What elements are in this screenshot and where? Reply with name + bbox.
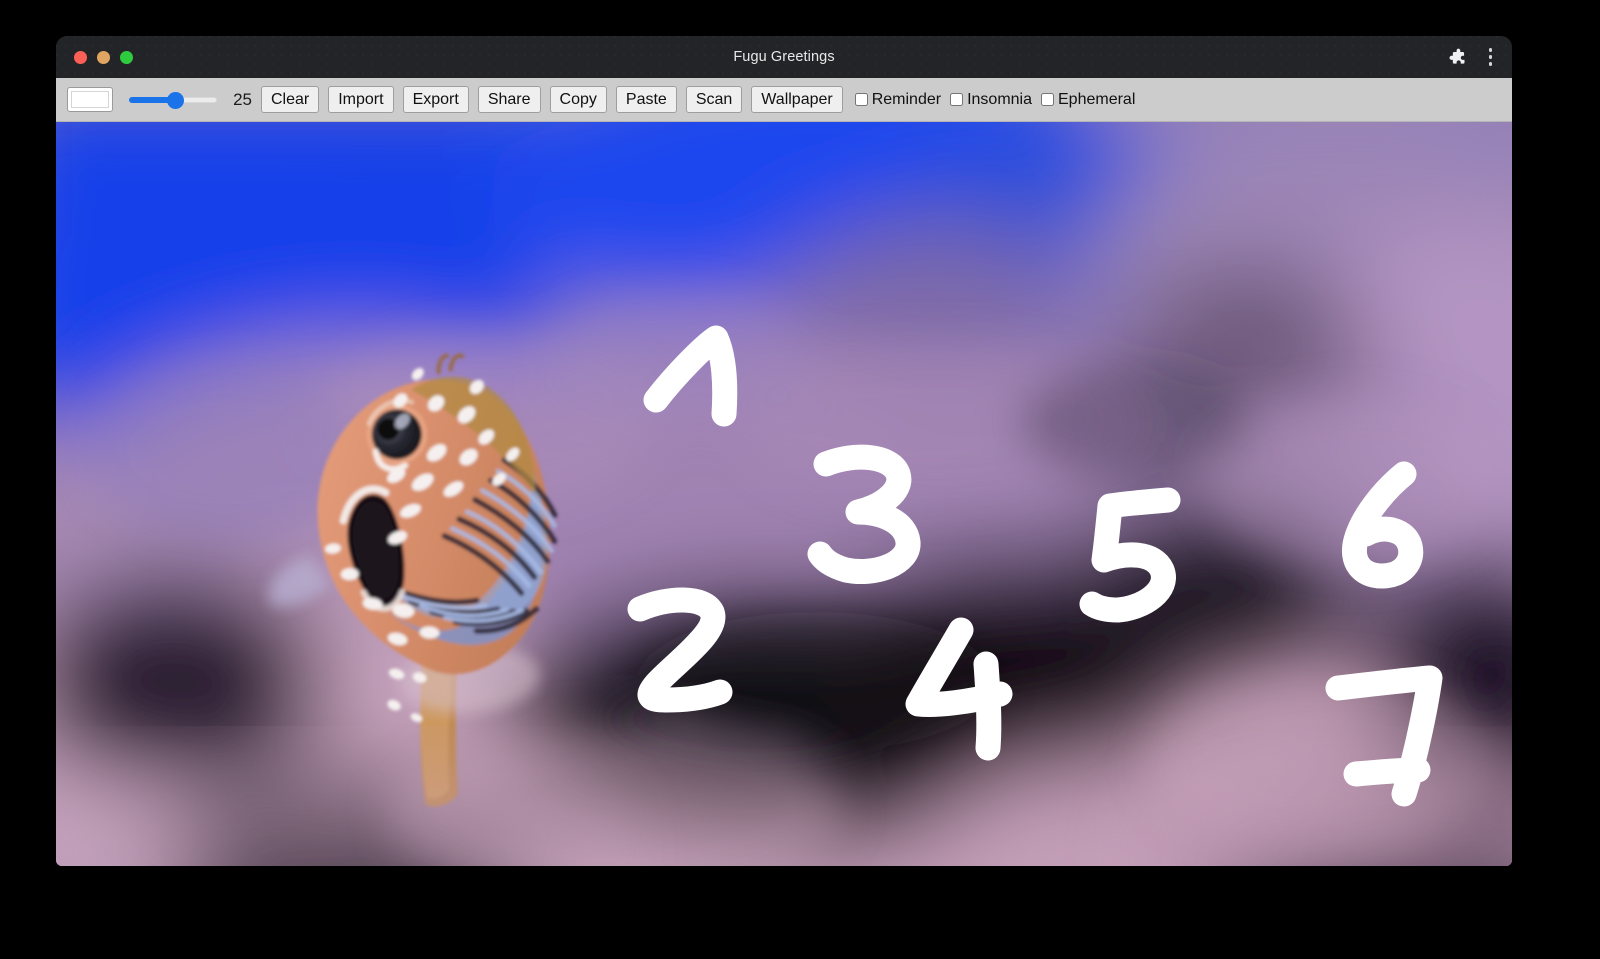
checkbox-label: Reminder [871,90,942,108]
slider-thumb[interactable] [167,91,184,109]
drawn-digit-7b [1343,757,1431,787]
extensions-puzzle-icon[interactable] [1447,47,1467,67]
checkbox-box[interactable] [854,93,868,106]
maximize-window-button[interactable] [120,50,133,64]
drawn-digit-4b [973,651,1002,761]
close-window-button[interactable] [74,50,87,64]
traffic-lights [74,50,133,64]
window-title-bar: Fugu Greetings [56,36,1512,78]
reminder-checkbox[interactable]: Reminder [854,90,942,109]
clear-button[interactable]: Clear [261,86,320,113]
drawing-canvas[interactable] [56,122,1512,866]
brush-size-value: 25 [233,89,252,109]
export-button[interactable]: Export [402,86,469,113]
ephemeral-checkbox[interactable]: Ephemeral [1041,91,1135,109]
import-button[interactable]: Import [328,86,394,113]
share-button[interactable]: Share [477,86,541,113]
checkbox-box[interactable] [1041,93,1054,106]
scan-button[interactable]: Scan [685,86,743,113]
canvas-artwork [56,122,1512,866]
wallpaper-button[interactable]: Wallpaper [751,86,843,113]
minimize-window-button[interactable] [97,50,110,64]
checkbox-box[interactable] [950,93,964,106]
color-swatch-fill [71,91,109,108]
browser-menu-kebab-icon[interactable] [1483,44,1499,70]
copy-button[interactable]: Copy [549,86,607,113]
checkbox-label: Ephemeral [1058,90,1136,108]
title-bar-actions [1447,44,1499,70]
brush-size-slider[interactable] [129,90,217,110]
toolbar-checkbox-group: Reminder Insomnia Ephemeral [854,90,1145,109]
app-toolbar: 25 Clear Import Export Share Copy Paste … [56,78,1512,122]
app-window: Fugu Greetings 25 Clear Import Export Sh… [56,36,1512,866]
screen: Fugu Greetings 25 Clear Import Export Sh… [0,0,1600,959]
color-picker-input[interactable] [67,87,113,112]
checkbox-label: Insomnia [967,90,1032,108]
window-title: Fugu Greetings [733,49,835,65]
paste-button[interactable]: Paste [615,86,677,113]
insomnia-checkbox[interactable]: Insomnia [950,91,1032,109]
